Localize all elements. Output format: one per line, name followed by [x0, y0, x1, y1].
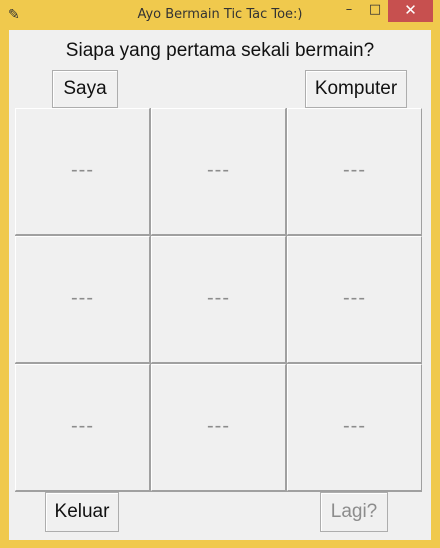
- cell-mark: ---: [207, 415, 230, 437]
- maximize-button[interactable]: □: [362, 0, 388, 22]
- cell-mark: ---: [343, 159, 366, 181]
- cell-mark: ---: [207, 159, 230, 181]
- close-button[interactable]: ✕: [388, 0, 433, 22]
- board-cell-6[interactable]: ---: [287, 236, 422, 363]
- me-first-button[interactable]: Saya: [52, 70, 118, 108]
- game-board: --- --- --- --- --- --- --- --- ---: [15, 108, 422, 492]
- board-cell-9[interactable]: ---: [287, 364, 422, 491]
- board-cell-4[interactable]: ---: [15, 236, 150, 363]
- cell-mark: ---: [71, 287, 94, 309]
- window-content: Siapa yang pertama sekali bermain? Saya …: [9, 30, 431, 540]
- cell-mark: ---: [343, 287, 366, 309]
- cell-mark: ---: [71, 159, 94, 181]
- board-cell-3[interactable]: ---: [287, 108, 422, 235]
- app-window: ✎ Ayo Bermain Tic Tac Toe:) – □ ✕ Siapa …: [0, 0, 440, 548]
- board-cell-5[interactable]: ---: [151, 236, 286, 363]
- minimize-button[interactable]: –: [336, 0, 362, 22]
- play-again-button[interactable]: Lagi?: [320, 492, 388, 532]
- computer-first-button[interactable]: Komputer: [305, 70, 407, 108]
- quit-button[interactable]: Keluar: [45, 492, 119, 532]
- who-starts-prompt: Siapa yang pertama sekali bermain?: [65, 40, 375, 61]
- title-bar[interactable]: ✎ Ayo Bermain Tic Tac Toe:) – □ ✕: [0, 0, 440, 30]
- board-cell-1[interactable]: ---: [15, 108, 150, 235]
- board-cell-7[interactable]: ---: [15, 364, 150, 491]
- cell-mark: ---: [343, 415, 366, 437]
- cell-mark: ---: [207, 287, 230, 309]
- board-cell-8[interactable]: ---: [151, 364, 286, 491]
- cell-mark: ---: [71, 415, 94, 437]
- board-cell-2[interactable]: ---: [151, 108, 286, 235]
